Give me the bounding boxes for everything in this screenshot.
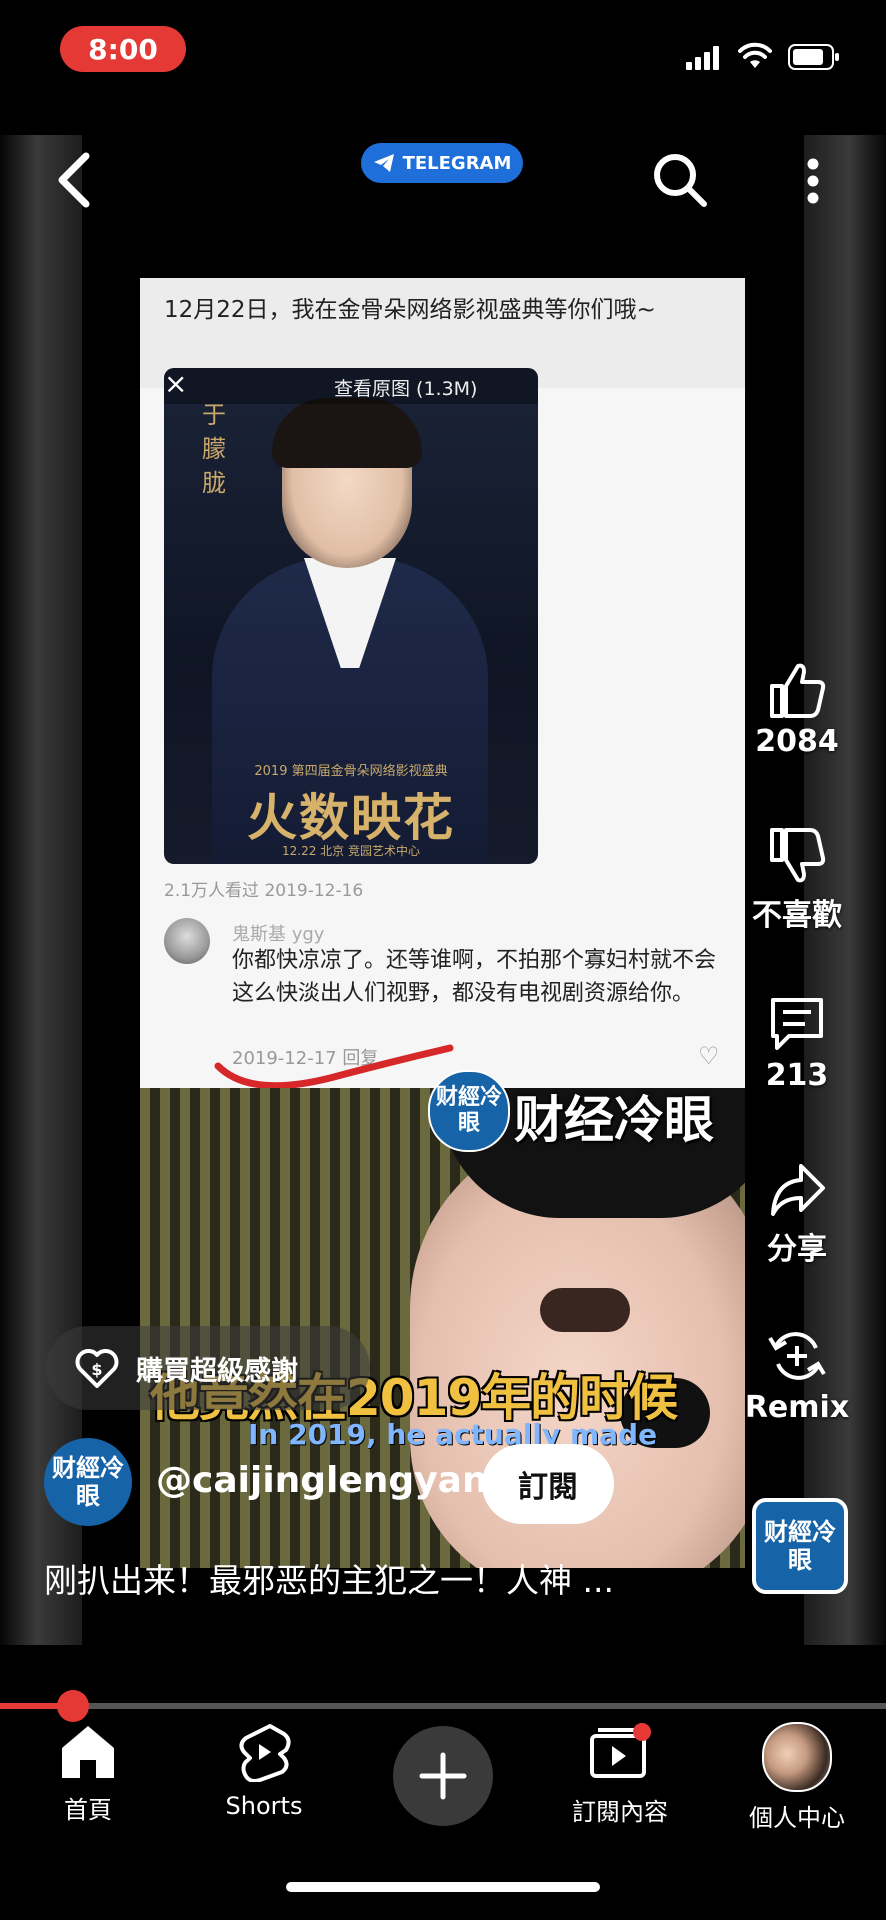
more-vert-icon[interactable]	[806, 158, 820, 204]
super-thanks-label: 購買超級感謝	[136, 1355, 298, 1387]
telegram-label: TELEGRAM	[402, 152, 512, 174]
nav-home[interactable]: 首頁	[13, 1722, 163, 1825]
search-icon[interactable]	[650, 150, 710, 210]
back-arrow-icon[interactable]	[50, 150, 100, 210]
remix-label: Remix	[744, 1390, 850, 1425]
battery-icon	[788, 44, 839, 70]
video-screenshot-post: 12月22日，我在金骨朵网络影视盛典等你们哦~ × 查看原图 (1.3M) 于朦…	[140, 278, 745, 1088]
close-icon: ×	[164, 368, 188, 400]
heart-icon: ♡	[698, 1042, 720, 1070]
post-caption: 12月22日，我在金骨朵网络影视盛典等你们哦~	[164, 297, 656, 323]
channel-handle[interactable]: @caijinglengyan	[156, 1460, 488, 1501]
sound-source-avatar[interactable]: 财經冷眼	[752, 1498, 848, 1594]
watermark-name: 财经冷眼	[514, 1091, 714, 1149]
channel-avatar[interactable]: 财經冷眼	[44, 1438, 132, 1526]
remix-icon	[768, 1332, 826, 1380]
dislike-label: 不喜歡	[752, 898, 842, 933]
like-button[interactable]: 2084	[737, 660, 857, 759]
dislike-button[interactable]: 不喜歡	[737, 826, 857, 934]
share-label: 分享	[767, 1232, 827, 1267]
like-count: 2084	[755, 724, 839, 759]
thumb-down-icon	[770, 828, 826, 883]
home-indicator	[286, 1882, 600, 1892]
telegram-icon	[373, 154, 394, 172]
view-original-label: 查看原图 (1.3M)	[334, 378, 478, 400]
video-title[interactable]: 刚扒出来！最邪恶的主犯之一！人神 ...	[44, 1554, 724, 1602]
plus-icon	[419, 1752, 467, 1800]
super-thanks-button[interactable]: $ 購買超級感謝	[46, 1326, 370, 1410]
progress-track[interactable]	[0, 1703, 886, 1709]
nav-home-label: 首頁	[64, 1796, 112, 1824]
video-blur-left	[0, 135, 82, 1645]
remix-button[interactable]: Remix	[737, 1326, 857, 1425]
nav-subscriptions[interactable]: 訂閱內容	[545, 1722, 695, 1827]
poster-subtitle: 2019 第四届金骨朵网络影视盛典	[254, 764, 448, 779]
wifi-icon	[738, 42, 772, 68]
share-button[interactable]: 分享	[737, 1160, 857, 1268]
nav-you[interactable]: 個人中心	[722, 1722, 872, 1833]
nav-shorts[interactable]: Shorts	[189, 1722, 339, 1820]
progress-scrubber[interactable]	[56, 1690, 89, 1722]
comment-count: 213	[765, 1058, 829, 1093]
profile-avatar	[762, 1722, 832, 1792]
poster-logo: 火数映花	[247, 789, 455, 847]
nav-shorts-label: Shorts	[225, 1792, 303, 1820]
nav-subscriptions-label: 訂閱內容	[572, 1798, 668, 1826]
watermark-logo: 财經冷眼	[428, 1070, 510, 1152]
telegram-link[interactable]: TELEGRAM	[361, 143, 523, 183]
comment-username: 鬼斯基 ygy	[232, 924, 325, 945]
poster-date: 12.22 北京 竞园艺术中心	[282, 844, 420, 858]
comment-text: 你都快凉凉了。还等谁啊，不拍那个寡妇村就不会这么快淡出人们视野，都没有电视剧资源…	[232, 948, 717, 1006]
svg-text:$: $	[91, 1360, 102, 1379]
cellular-signal-icon	[686, 46, 719, 70]
nav-you-label: 個人中心	[749, 1804, 845, 1832]
status-time: 8:00	[60, 26, 186, 72]
super-thanks-heart-icon: $	[75, 1349, 119, 1388]
shorts-icon	[239, 1724, 291, 1783]
poster-image: × 查看原图 (1.3M) 于朦胧 2019 第四届金骨朵网络影视盛典 火数映花…	[164, 368, 538, 864]
post-views: 2.1万人看过 2019-12-16	[164, 881, 364, 901]
poster-person-hair	[272, 398, 422, 468]
nav-create[interactable]	[368, 1726, 518, 1826]
comment-icon	[771, 998, 823, 1050]
subscriptions-icon	[590, 1723, 651, 1778]
video-eye	[540, 1288, 630, 1332]
thumb-up-icon	[770, 663, 826, 718]
subtitle-english: In 2019, he actually made	[248, 1418, 658, 1451]
create-button[interactable]	[393, 1726, 493, 1826]
subscribe-button[interactable]: 訂閱	[482, 1444, 614, 1524]
comments-button[interactable]: 213	[737, 994, 857, 1093]
poster-name: 于朦胧	[202, 401, 226, 497]
home-icon	[62, 1726, 114, 1778]
share-icon	[771, 1164, 825, 1216]
comment-avatar	[164, 918, 210, 964]
